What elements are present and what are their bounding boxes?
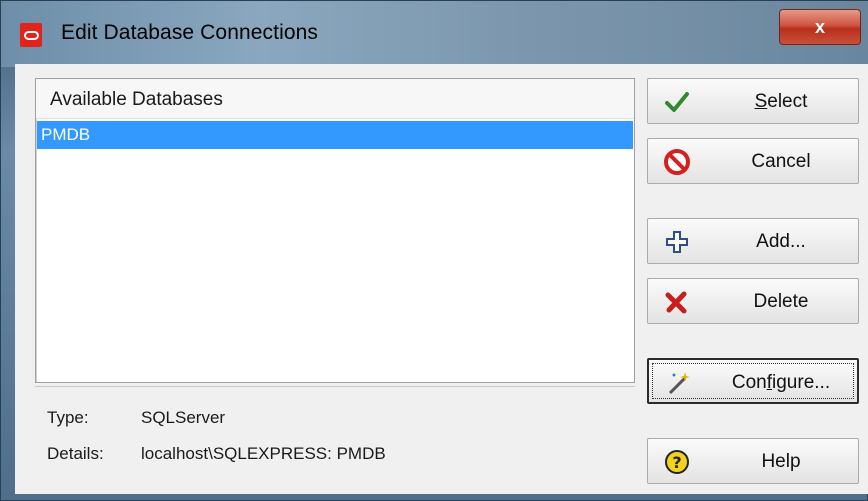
details-label: Details:	[47, 444, 104, 463]
magic-wand-icon	[665, 370, 691, 396]
delete-label: Delete	[753, 291, 809, 312]
help-button[interactable]: ? Help	[647, 438, 859, 484]
configure-label-pre: Con	[731, 372, 767, 393]
configure-button[interactable]: Configure...	[647, 358, 859, 404]
help-label: Help	[761, 451, 801, 472]
window-title: Edit Database Connections	[61, 21, 318, 44]
details-value: localhost\SQLEXPRESS: PMDB	[141, 444, 386, 463]
add-button[interactable]: Add...	[647, 218, 859, 264]
title-bar[interactable]: Edit Database Connections x	[1, 1, 868, 67]
close-button[interactable]: x	[779, 9, 861, 45]
type-value: SQLServer	[141, 408, 226, 427]
no-entry-icon	[664, 149, 690, 175]
add-label: Add...	[756, 231, 806, 252]
red-x-icon	[664, 289, 690, 315]
configure-label: igure...	[772, 372, 831, 393]
select-button[interactable]: Select	[647, 78, 859, 124]
help-icon: ?	[664, 449, 690, 475]
configure-label-u: f	[766, 372, 773, 393]
svg-text:?: ?	[672, 453, 681, 472]
type-label: Type:	[47, 408, 89, 427]
oracle-app-icon	[20, 23, 42, 47]
database-list[interactable]: Available Databases PMDB	[35, 78, 635, 383]
cancel-button[interactable]: Cancel	[647, 138, 859, 184]
cancel-label: Cancel	[751, 151, 811, 172]
list-header[interactable]: Available Databases	[36, 79, 634, 119]
list-item[interactable]: PMDB	[37, 121, 633, 149]
plus-icon	[664, 229, 690, 255]
close-icon: x	[814, 16, 825, 37]
delete-button[interactable]: Delete	[647, 278, 859, 324]
select-label: elect	[767, 91, 808, 112]
select-label-u: S	[754, 91, 768, 112]
checkmark-icon	[664, 89, 690, 115]
dialog-body: Available Databases PMDB Type: SQLServer…	[15, 64, 868, 494]
dialog-window: Edit Database Connections x Available Da…	[0, 0, 868, 501]
connection-info: Type: SQLServer Details: localhost\SQLEX…	[35, 386, 635, 486]
